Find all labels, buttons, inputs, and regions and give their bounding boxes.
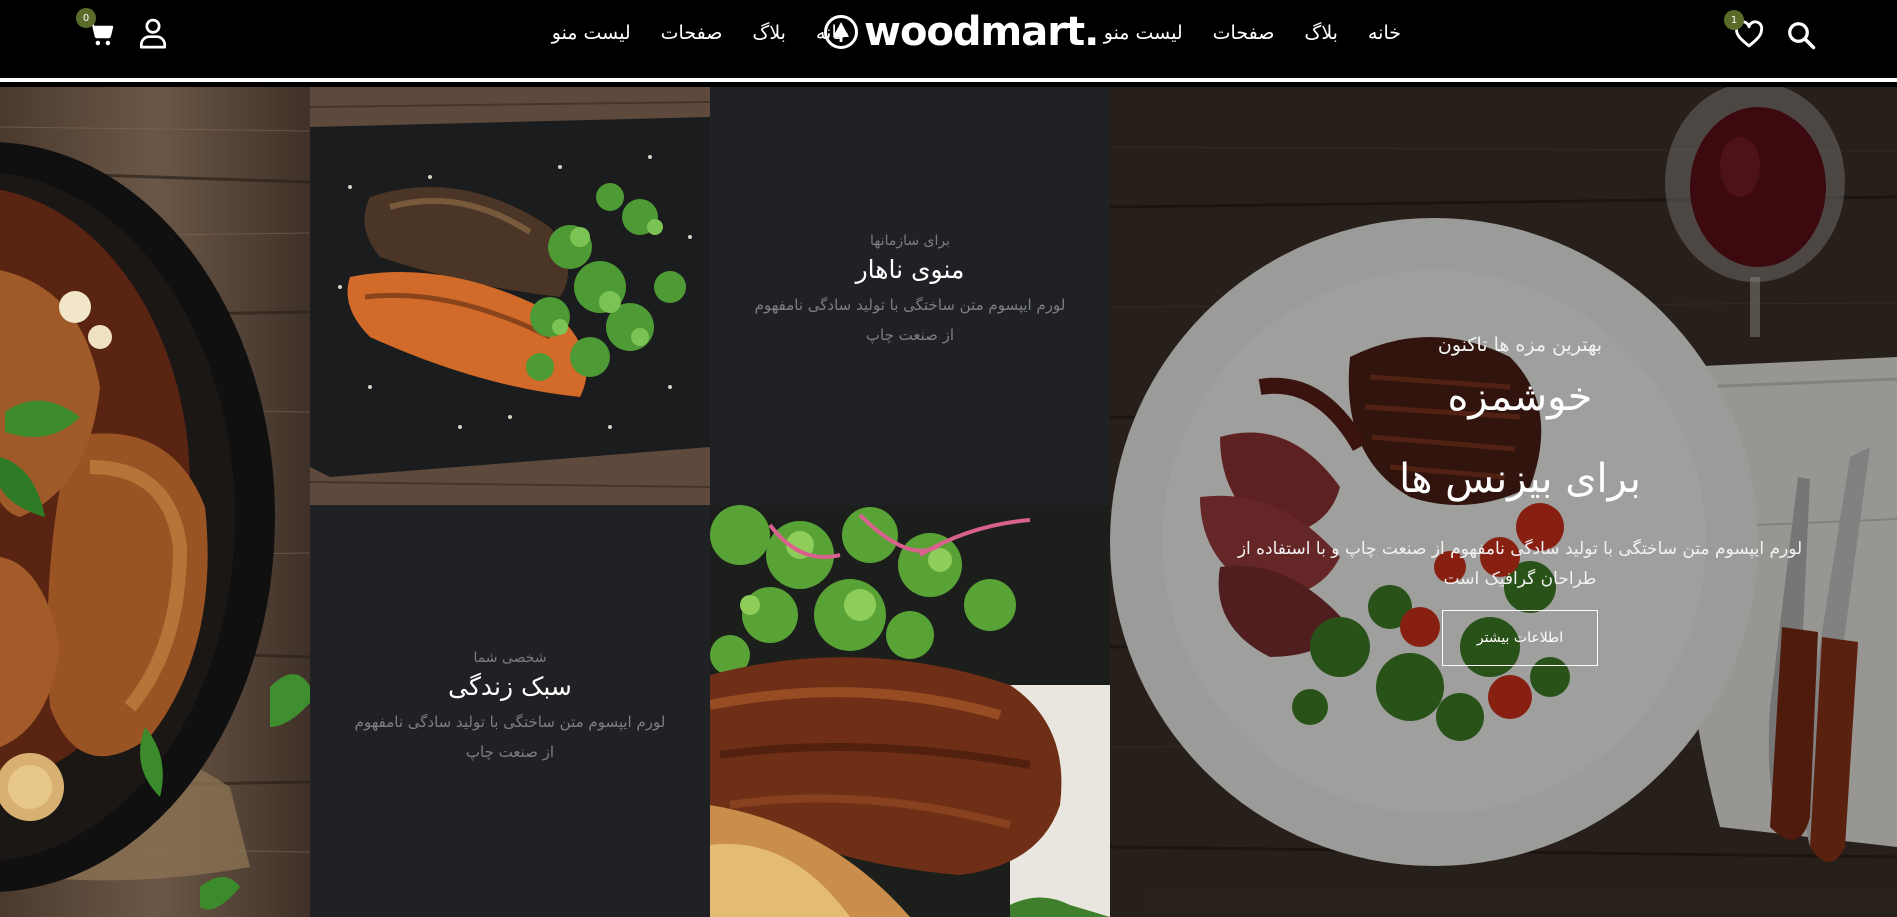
- lifestyle-card[interactable]: شخصی شما سبک زندگی لورم ایپسوم متن ساختگ…: [310, 505, 710, 917]
- logo-text: woodmart.: [864, 9, 1099, 55]
- beef-dish-image: [710, 505, 1110, 917]
- nav-right-menu-list[interactable]: لیست منو: [1104, 22, 1183, 44]
- lifestyle-card-description: لورم ایپسوم متن ساختگی با تولید سادگی نا…: [354, 713, 666, 761]
- hero-title-line2: برای بیزنس ها: [1399, 456, 1641, 502]
- lunch-card-description: لورم ایپسوم متن ساختگی با تولید سادگی نا…: [754, 296, 1066, 344]
- search-button[interactable]: [1786, 20, 1816, 50]
- user-icon: [139, 18, 167, 49]
- main-nav-right: خانه بلاگ صفحات لیست منو: [1104, 22, 1401, 44]
- grilled-salmon-image: [310, 87, 710, 505]
- hero-content: بهترین مزه ها تاکنون خوشمزه برای بیزنس ه…: [1210, 334, 1830, 666]
- wishlist-count-badge: 1: [1724, 10, 1744, 30]
- hero-banner: بهترین مزه ها تاکنون خوشمزه برای بیزنس ه…: [1110, 87, 1897, 917]
- cart-count-badge: 0: [76, 8, 96, 28]
- lunch-menu-card[interactable]: برای سازمانها منوی ناهار لورم ایپسوم متن…: [710, 87, 1110, 505]
- nav-right-pages[interactable]: صفحات: [1213, 22, 1275, 44]
- nav-left-menu-list[interactable]: لیست منو: [552, 22, 631, 44]
- more-info-button[interactable]: اطلاعات بیشتر: [1442, 610, 1598, 666]
- hero-description: لورم ایپسوم متن ساختگی با تولید سادگی نا…: [1237, 539, 1803, 589]
- main-nav-left: خانه بلاگ صفحات لیست منو: [552, 22, 849, 44]
- roast-chicken-pan-image: [0, 87, 310, 917]
- tree-icon: [824, 15, 858, 49]
- hero-title-line1: خوشمزه: [1447, 374, 1593, 420]
- hero-kicker: بهترین مزه ها تاکنون: [1437, 334, 1603, 356]
- search-icon: [1788, 22, 1816, 50]
- cart-button[interactable]: 0: [76, 8, 116, 48]
- nav-right-home[interactable]: خانه: [1368, 22, 1401, 44]
- account-button[interactable]: [138, 17, 168, 49]
- site-header: 0 خانه بلاگ صفحات لیست منو woodmart. خان…: [0, 0, 1897, 82]
- nav-right-blog[interactable]: بلاگ: [1304, 22, 1338, 44]
- lunch-card-subtitle: برای سازمانها: [869, 233, 951, 249]
- lunch-card-title: منوی ناهار: [855, 255, 965, 284]
- site-logo[interactable]: woodmart.: [824, 9, 1099, 55]
- wishlist-button[interactable]: 1: [1724, 10, 1764, 48]
- lifestyle-card-subtitle: شخصی شما: [473, 650, 547, 666]
- lifestyle-card-title: سبک زندگی: [448, 672, 572, 701]
- nav-left-pages[interactable]: صفحات: [661, 22, 723, 44]
- nav-left-blog[interactable]: بلاگ: [752, 22, 786, 44]
